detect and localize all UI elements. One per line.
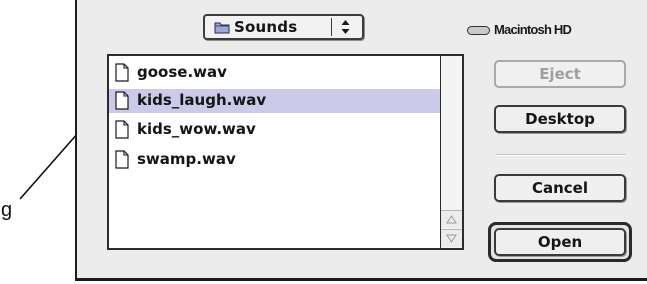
folder-popup-label: Sounds xyxy=(234,18,298,36)
file-list-area: goose.wav kids_laugh.wav kids_wow.wav sw… xyxy=(109,56,440,248)
scroll-up-arrow-icon xyxy=(446,215,457,224)
file-name: kids_wow.wav xyxy=(137,120,256,138)
file-list-item[interactable]: kids_wow.wav xyxy=(109,118,440,142)
file-name: goose.wav xyxy=(137,63,227,81)
scroll-down-button[interactable] xyxy=(441,229,462,247)
popup-divider xyxy=(331,18,332,36)
open-file-dialog: Sounds Macintosh HD goose.wav kids_laugh… xyxy=(75,0,647,281)
open-button[interactable]: Open xyxy=(494,228,626,256)
scroll-down-arrow-icon xyxy=(446,234,457,243)
document-icon xyxy=(115,120,129,139)
scroll-up-button[interactable] xyxy=(441,210,462,228)
file-list[interactable]: goose.wav kids_laugh.wav kids_wow.wav sw… xyxy=(107,54,464,250)
annotation-label: g xyxy=(1,199,13,221)
file-list-item[interactable]: swamp.wav xyxy=(109,148,440,172)
screenshot-stage: g Sounds Macintosh HD goose.wav kids_lau… xyxy=(0,0,647,284)
folder-popup-menu[interactable]: Sounds xyxy=(203,14,364,40)
document-icon xyxy=(115,150,129,169)
cancel-button[interactable]: Cancel xyxy=(494,174,626,202)
file-name: kids_laugh.wav xyxy=(137,91,267,109)
file-list-item-selected[interactable]: kids_laugh.wav xyxy=(109,89,440,113)
eject-button[interactable]: Eject xyxy=(494,60,626,88)
button-separator xyxy=(496,154,626,156)
popup-arrows-icon xyxy=(341,20,350,34)
file-list-item[interactable]: goose.wav xyxy=(109,61,440,85)
document-icon xyxy=(115,63,129,82)
volume-label: Macintosh HD xyxy=(494,22,572,37)
vertical-scrollbar[interactable] xyxy=(440,56,462,248)
document-icon xyxy=(115,91,129,110)
hard-drive-icon xyxy=(467,26,490,35)
folder-icon xyxy=(214,22,230,34)
file-name: swamp.wav xyxy=(137,150,236,168)
desktop-button[interactable]: Desktop xyxy=(494,105,626,133)
